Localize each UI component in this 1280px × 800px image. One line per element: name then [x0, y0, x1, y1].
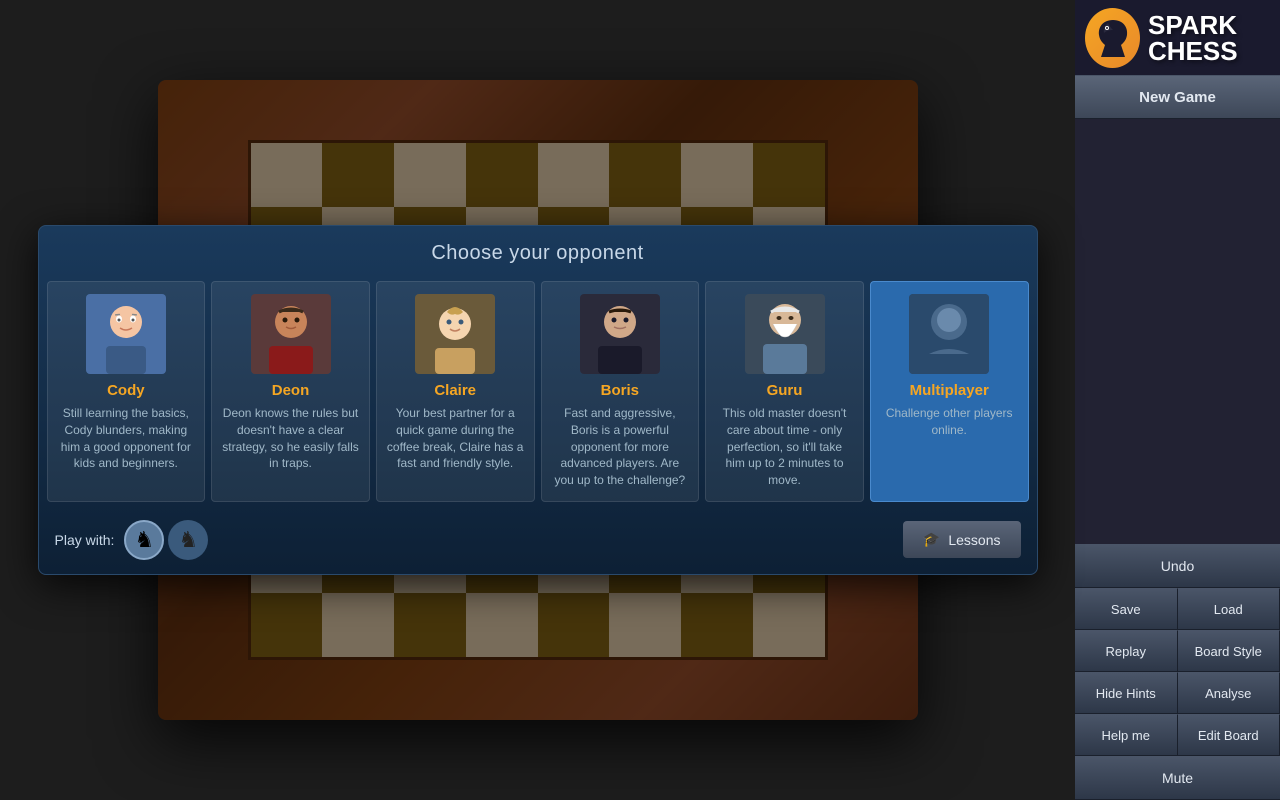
modal-overlay[interactable]: Choose your opponent — [0, 0, 1075, 800]
opponent-name-deon: Deon — [272, 382, 310, 399]
avatar-claire — [415, 294, 495, 374]
logo-chess: CHESS — [1148, 38, 1238, 64]
opponent-name-multiplayer: Multiplayer — [910, 382, 989, 399]
opponent-desc-guru: This old master doesn't care about time … — [716, 405, 853, 489]
white-piece-button[interactable]: ♞ — [124, 520, 164, 560]
avatar-guru — [745, 294, 825, 374]
modal-footer: Play with: ♞ ♞ 🎓 Lessons — [39, 510, 1037, 574]
piece-selector: ♞ ♞ — [124, 520, 208, 560]
replay-button[interactable]: Replay — [1075, 630, 1178, 672]
save-button[interactable]: Save — [1075, 588, 1178, 630]
lessons-icon: 🎓 — [923, 531, 940, 548]
lessons-button[interactable]: 🎓 Lessons — [903, 521, 1021, 558]
lessons-label: Lessons — [948, 532, 1000, 548]
help-me-button[interactable]: Help me — [1075, 714, 1178, 756]
opponent-name-boris: Boris — [601, 382, 639, 399]
opponents-grid: Cody Still learning the basics, Cody blu… — [39, 281, 1037, 510]
opponent-card-multiplayer[interactable]: Multiplayer Challenge other players onli… — [870, 281, 1029, 502]
undo-button[interactable]: Undo — [1075, 544, 1280, 588]
opponent-name-claire: Claire — [434, 382, 476, 399]
logo-spark: SPARK — [1148, 12, 1238, 38]
horse-icon — [1085, 8, 1140, 68]
play-with-section: Play with: ♞ ♞ — [55, 520, 209, 560]
modal-title: Choose your opponent — [39, 226, 1037, 281]
opponent-card-claire[interactable]: Claire Your best partner for a quick gam… — [376, 281, 535, 502]
opponent-desc-multiplayer: Challenge other players online. — [881, 405, 1018, 439]
analyse-button[interactable]: Analyse — [1178, 672, 1280, 714]
logo-text: SPARK CHESS — [1148, 12, 1238, 64]
hints-analyse-row: Hide Hints Analyse — [1075, 672, 1280, 714]
mute-button[interactable]: Mute — [1075, 756, 1280, 800]
play-with-label: Play with: — [55, 532, 115, 548]
helpme-editboard-row: Help me Edit Board — [1075, 714, 1280, 756]
board-style-button[interactable]: Board Style — [1178, 630, 1280, 672]
opponent-desc-claire: Your best partner for a quick game durin… — [387, 405, 524, 472]
new-game-button[interactable]: New Game — [1075, 75, 1280, 119]
opponent-desc-boris: Fast and aggressive, Boris is a powerful… — [552, 405, 689, 489]
opponent-card-boris[interactable]: Boris Fast and aggressive, Boris is a po… — [541, 281, 700, 502]
opponent-desc-deon: Deon knows the rules but doesn't have a … — [222, 405, 359, 472]
avatar-multiplayer — [909, 294, 989, 374]
opponent-desc-cody: Still learning the basics, Cody blunders… — [58, 405, 195, 472]
avatar-boris — [580, 294, 660, 374]
hide-hints-button[interactable]: Hide Hints — [1075, 672, 1178, 714]
sidebar-logo: SPARK CHESS — [1075, 0, 1280, 75]
opponent-card-deon[interactable]: Deon Deon knows the rules but doesn't ha… — [211, 281, 370, 502]
avatar-cody — [86, 294, 166, 374]
black-piece-button[interactable]: ♞ — [168, 520, 208, 560]
save-load-row: Save Load — [1075, 588, 1280, 630]
sidebar: SPARK CHESS New Game Undo Save Load Repl… — [1075, 0, 1280, 800]
opponent-modal: Choose your opponent — [38, 225, 1038, 575]
avatar-deon — [251, 294, 331, 374]
opponent-name-cody: Cody — [107, 382, 145, 399]
edit-board-button[interactable]: Edit Board — [1178, 714, 1280, 756]
opponent-card-guru[interactable]: Guru This old master doesn't care about … — [705, 281, 864, 502]
opponent-name-guru: Guru — [767, 382, 803, 399]
sidebar-spacer — [1075, 119, 1280, 544]
load-button[interactable]: Load — [1178, 588, 1280, 630]
replay-boardstyle-row: Replay Board Style — [1075, 630, 1280, 672]
opponent-card-cody[interactable]: Cody Still learning the basics, Cody blu… — [47, 281, 206, 502]
